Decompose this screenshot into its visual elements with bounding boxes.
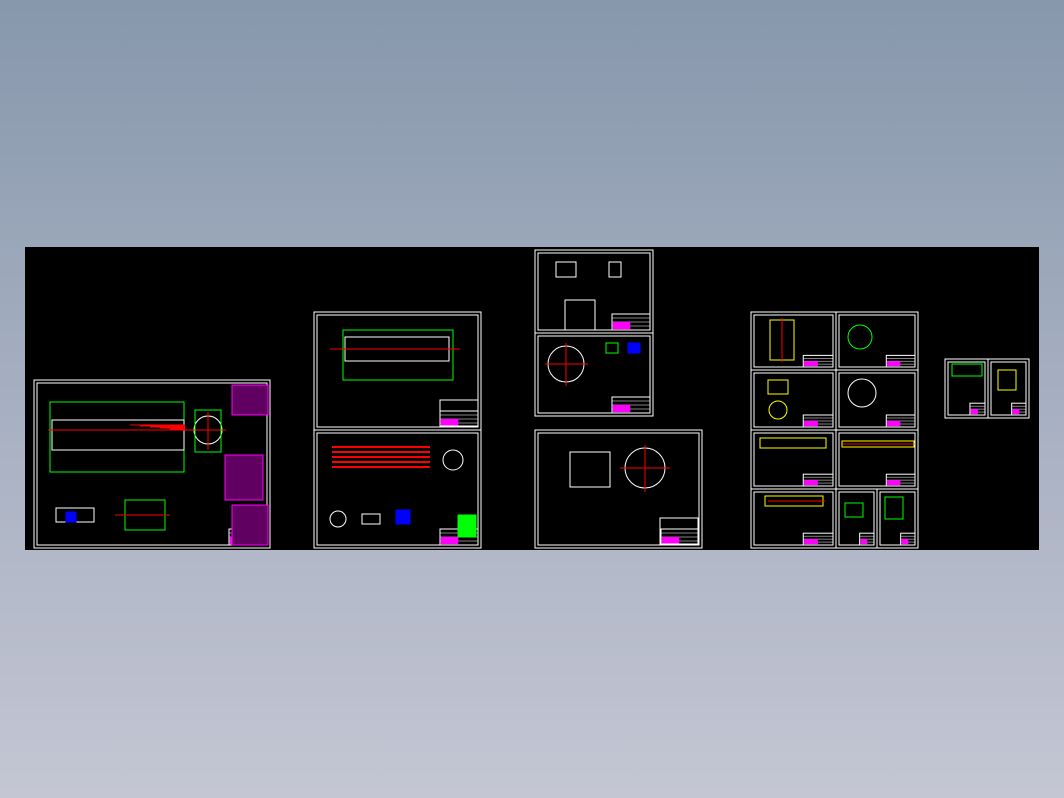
technical-notes [224,454,264,501]
sheet-small-a-title-block-text [970,408,978,415]
sheet-part-r4c3-title-block-text [901,538,909,545]
nozzle-table [231,384,269,416]
sheet-nozzle-title-block-text [612,321,631,330]
sheet-tube-bundle-title-block-text [440,536,459,545]
sheet-part-r4c1-title-block-text [804,538,818,545]
sheet-part-r1c2-title-block-text [887,361,901,367]
sheet-head-title-block-text [661,536,680,545]
sheet-tube-title-table [457,514,477,538]
parts-list [231,504,269,546]
sheet-part-r3c1-title-block-text [804,479,818,486]
drawing-canvas-svg[interactable] [0,0,1064,798]
sheet-part-r3c2-title-block-text [887,479,901,486]
model-space-canvas[interactable] [25,247,1039,550]
cad-viewport[interactable] [0,0,1064,798]
gasket-detail [395,509,411,525]
sheet-small-b-title-block-text [1012,408,1020,415]
sheet-part-r2c1-title-block-text [804,420,818,427]
sheet-tubesheet-title-block-text [612,404,631,413]
sheet-shell-title-block-text [440,418,459,427]
tubesheet-section-b [627,342,641,354]
sheet-part-r1c1-title-block-text [804,361,818,367]
sheet-part-r4c2-title-block-text [860,538,868,545]
sheet-part-r2c2-title-block-text [887,420,901,427]
saddle-hatch [65,511,77,523]
